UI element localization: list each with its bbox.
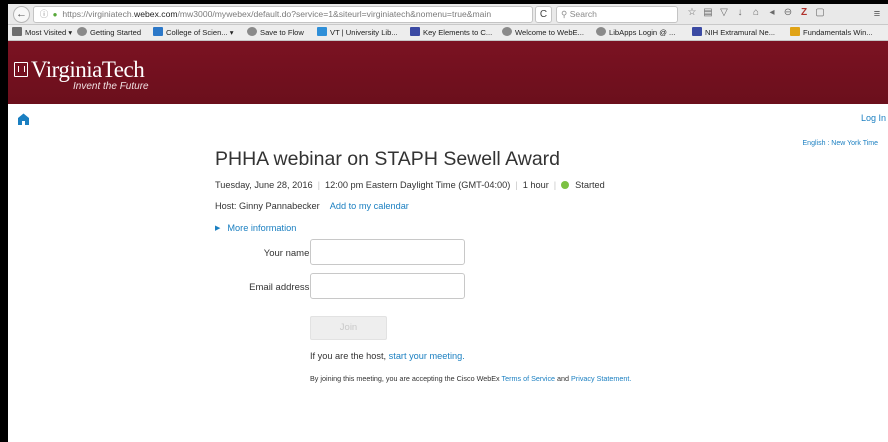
expand-triangle-icon: ▶	[215, 225, 221, 232]
browser-toolbar: ← ⓘ ● https://virginiatech.webex.com/mw30…	[8, 4, 888, 25]
bookmark-item[interactable]: Welcome to WebE...	[502, 25, 584, 40]
status-dot-icon	[561, 181, 570, 189]
extension-icon[interactable]: ⊖	[780, 7, 796, 18]
pocket-icon[interactable]: ▽	[716, 7, 732, 18]
terms-of-service-link[interactable]: Terms of Service	[502, 374, 556, 383]
brand-tagline: Invent the Future	[73, 81, 149, 92]
bookmark-item[interactable]: Getting Started	[77, 25, 141, 40]
college-icon	[153, 27, 163, 36]
meeting-date: Tuesday, June 28, 2016	[215, 180, 313, 190]
meeting-details: Tuesday, June 28, 2016 | 12:00 pm Eastern …	[215, 180, 605, 190]
meeting-time: 12:00 pm Eastern Daylight Time (GMT-04:0…	[324, 180, 511, 190]
meeting-status: Started	[575, 180, 605, 190]
privacy-statement-link[interactable]: Privacy Statement.	[571, 374, 631, 383]
terms-notice: By joining this meeting, you are accepti…	[310, 374, 631, 383]
address-bar[interactable]: ⓘ ● https://virginiatech.webex.com/mw3000…	[33, 6, 533, 23]
add-to-calendar-link[interactable]: Add to my calendar	[330, 201, 409, 211]
divider: |	[317, 180, 320, 190]
terms-and-text: and	[557, 374, 570, 383]
url-host: webex.com	[134, 9, 178, 19]
globe-icon	[247, 27, 257, 36]
host-line: Host: Ginny Pannabecker Add to my calenda…	[215, 201, 409, 211]
fundamentals-icon	[790, 27, 800, 36]
divider: |	[553, 180, 557, 190]
video-icon	[410, 27, 420, 36]
hamburger-menu-icon[interactable]: ≡	[870, 7, 884, 21]
vt-shield-icon	[14, 62, 28, 77]
share-icon[interactable]: ◂	[764, 7, 780, 18]
reading-list-icon[interactable]: ▤	[700, 7, 716, 18]
email-field[interactable]	[310, 273, 465, 299]
lock-icon: ●	[52, 10, 58, 19]
meeting-title: PHHA webinar on STAPH Sewell Award	[215, 148, 561, 170]
bookmark-star-icon[interactable]: ☆	[684, 7, 700, 18]
url-path: /mw3000/mywebex/default.do?service=1&sit…	[177, 9, 492, 19]
zotero-icon[interactable]: Z	[796, 7, 812, 18]
name-label: Your name:	[263, 248, 312, 259]
meeting-duration: 1 hour	[522, 180, 549, 190]
sidebar-icon[interactable]: ▢	[812, 7, 828, 18]
start-meeting-link[interactable]: start your meeting.	[389, 351, 465, 361]
search-placeholder: Search	[569, 9, 597, 19]
bookmark-item[interactable]: Fundamentals Win...	[790, 25, 873, 40]
bookmark-item[interactable]: VT | University Lib...	[317, 25, 398, 40]
bookmark-item[interactable]: Most Visited ▾	[12, 25, 72, 40]
search-input[interactable]: ⚲ Search	[556, 6, 678, 23]
home-toolbar-icon[interactable]: ⌂	[748, 7, 764, 18]
home-icon[interactable]	[18, 113, 29, 125]
divider: |	[515, 180, 518, 190]
download-icon[interactable]: ↓	[732, 7, 748, 18]
host-name: Host: Ginny Pannabecker	[215, 201, 320, 211]
folder-icon	[12, 27, 22, 36]
site-banner: VirginiaTech Invent the Future	[8, 41, 888, 104]
search-icon: ⚲	[561, 9, 568, 19]
info-icon[interactable]: ⓘ	[38, 7, 50, 22]
globe-icon	[596, 27, 606, 36]
back-button[interactable]: ←	[13, 6, 30, 23]
browser-window: ← ⓘ ● https://virginiatech.webex.com/mw30…	[8, 4, 888, 442]
terms-prefix-text: By joining this meeting, you are accepti…	[310, 374, 500, 383]
bookmark-item[interactable]: LibApps Login @ ...	[596, 25, 675, 40]
bookmark-item[interactable]: Key Elements to C...	[410, 25, 492, 40]
bookmark-item[interactable]: Save to Flow	[247, 25, 304, 40]
back-arrow-icon: ←	[16, 8, 27, 20]
login-link[interactable]: Log In	[861, 113, 886, 123]
url-prefix: https://virginiatech.	[62, 9, 135, 19]
library-icon	[317, 27, 327, 36]
name-field[interactable]	[310, 239, 465, 265]
brand-name: VirginiaTech	[31, 57, 145, 82]
more-information-label: More information	[227, 223, 297, 233]
vt-logo[interactable]: VirginiaTech Invent the Future	[14, 57, 149, 92]
join-button[interactable]: Join	[310, 316, 387, 340]
host-prefix-text: If you are the host,	[310, 351, 387, 361]
more-information-toggle[interactable]: ▶ More information	[215, 223, 296, 233]
reload-icon: C	[539, 9, 548, 20]
host-start-message: If you are the host, start your meeting.	[310, 351, 465, 361]
globe-icon	[77, 27, 87, 36]
globe-icon	[502, 27, 512, 36]
bookmark-item[interactable]: College of Scien... ▾	[153, 25, 234, 40]
toolbar-icons: ☆ ▤ ▽ ↓ ⌂ ◂ ⊖ Z ▢	[684, 7, 828, 22]
bookmarks-bar: Most Visited ▾ Getting Started College o…	[8, 25, 888, 41]
reload-button[interactable]: C	[535, 6, 552, 23]
language-timezone-link[interactable]: English : New York Time	[803, 140, 878, 147]
bookmark-item[interactable]: NIH Extramural Ne...	[692, 25, 775, 40]
video-icon	[692, 27, 702, 36]
email-label: Email address:	[249, 282, 312, 293]
